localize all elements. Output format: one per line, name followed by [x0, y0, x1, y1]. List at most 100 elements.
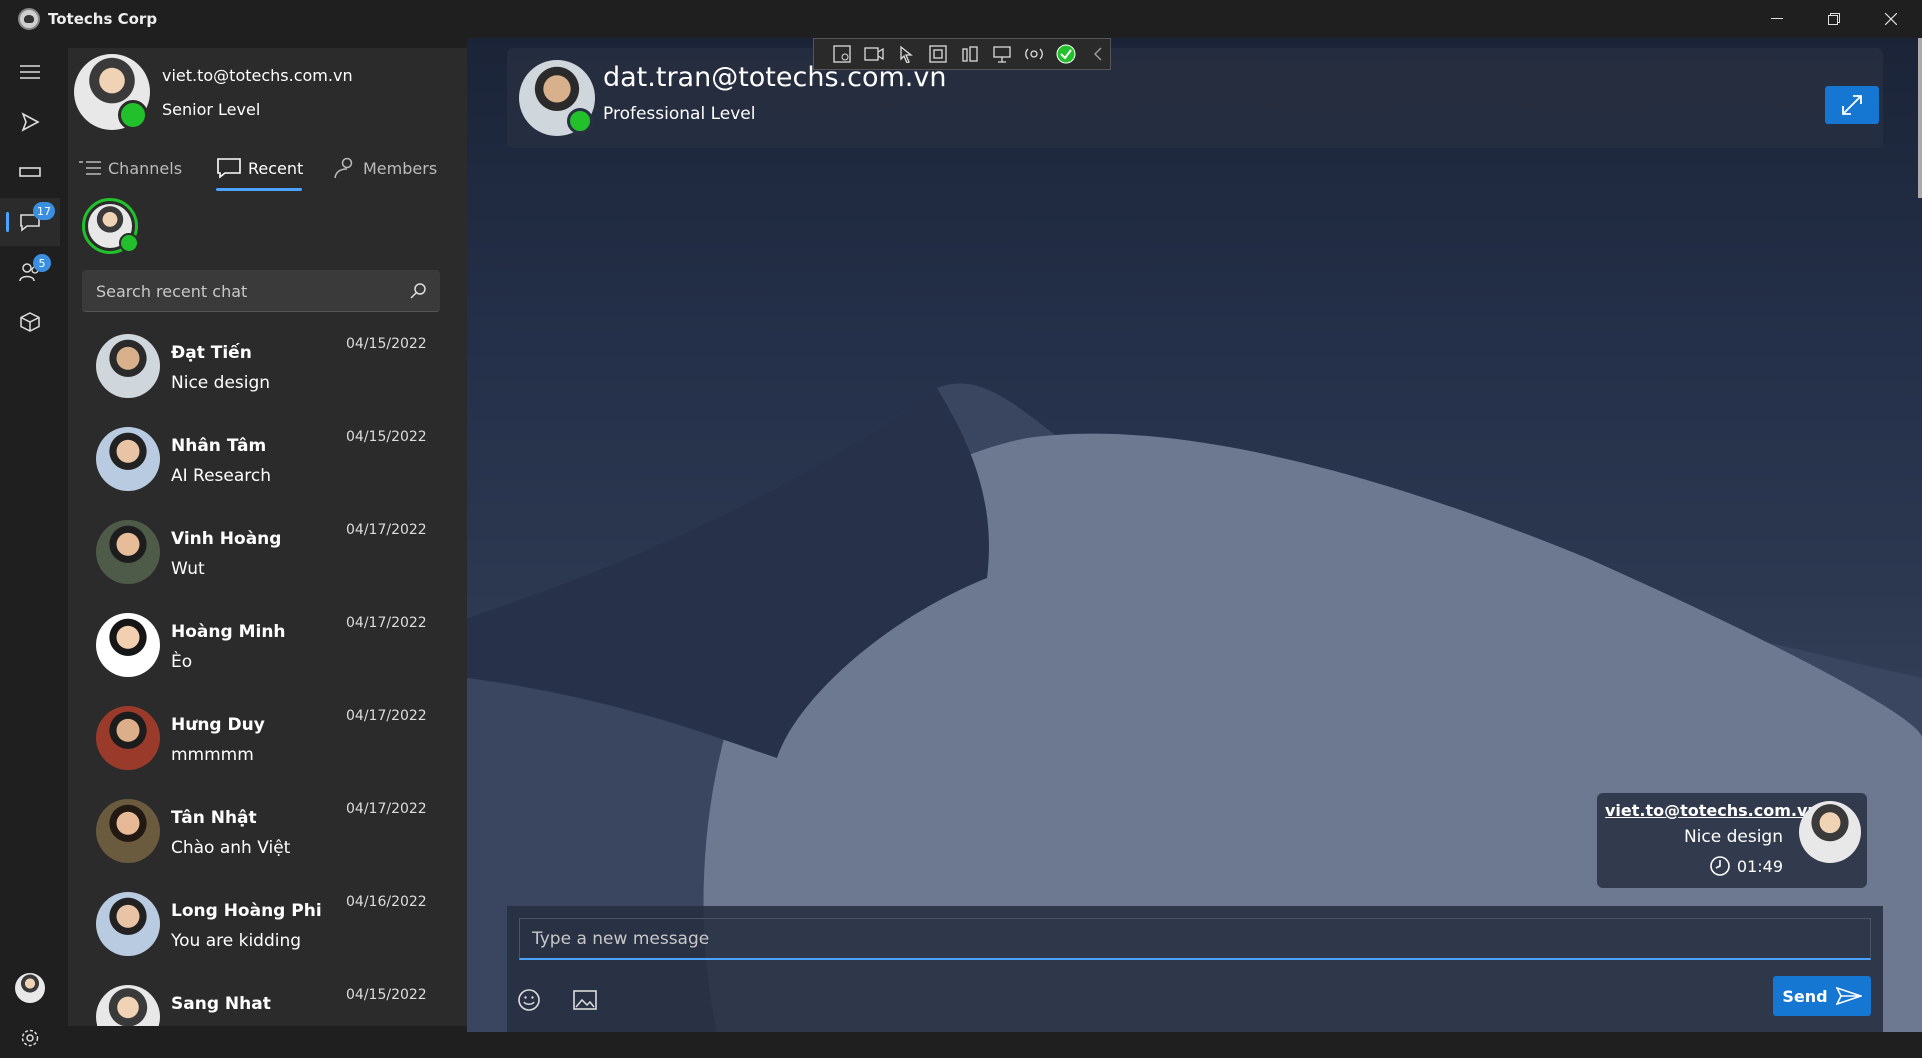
audio-button[interactable]	[958, 42, 982, 66]
list-item[interactable]: Long Hoàng Phi You are kidding 04/16/202…	[68, 884, 467, 977]
nav-chat-button[interactable]: 17	[0, 198, 60, 246]
message-date: 04/15/2022	[346, 336, 427, 352]
expand-button[interactable]	[1825, 86, 1879, 124]
image-button[interactable]	[571, 986, 599, 1014]
emoji-button[interactable]	[515, 986, 543, 1014]
contact-avatar	[96, 613, 160, 677]
search-icon[interactable]	[408, 281, 428, 301]
chevron-left-icon	[1093, 47, 1102, 61]
nav-profile-button[interactable]	[0, 964, 60, 1012]
contact-name: Đạt Tiến	[171, 343, 252, 363]
contact-avatar	[96, 985, 160, 1026]
contact-avatar	[96, 799, 160, 863]
members-badge: 5	[33, 254, 51, 272]
last-message: Wut	[171, 559, 205, 579]
list-item[interactable]: Vinh Hoàng Wut 04/17/2022	[68, 512, 467, 605]
my-level: Senior Level	[162, 100, 261, 119]
contact-avatar	[96, 892, 160, 956]
cube-icon	[20, 312, 40, 332]
check-circle-icon	[1056, 44, 1076, 64]
gear-icon	[21, 1029, 39, 1047]
pointer-button[interactable]	[894, 42, 918, 66]
title-bar: Totechs Corp	[0, 0, 1922, 38]
tab-recent[interactable]: Recent	[216, 148, 303, 188]
frame-icon	[929, 45, 947, 63]
expand-icon	[1842, 95, 1862, 115]
last-message: AI Research	[171, 466, 272, 486]
share-screen-button[interactable]	[990, 42, 1014, 66]
screen-capture-button[interactable]	[830, 42, 854, 66]
app-title: Totechs Corp	[48, 10, 158, 28]
tab-recent-label: Recent	[248, 158, 304, 178]
my-profile: viet.to@totechs.com.vn Senior Level	[74, 52, 459, 132]
video-button[interactable]	[862, 42, 886, 66]
send-icon	[1835, 987, 1862, 1005]
recent-contact-avatar[interactable]	[82, 198, 139, 254]
scrollbar[interactable]	[1918, 38, 1922, 198]
online-status-icon	[118, 100, 148, 130]
send-button[interactable]: Send	[1773, 976, 1871, 1016]
contact-avatar	[96, 520, 160, 584]
settings-button[interactable]	[0, 1018, 60, 1058]
message-sender[interactable]: viet.to@totechs.com.vn	[1605, 801, 1819, 820]
nav-members-button[interactable]: 5	[0, 248, 60, 296]
contact-name: Hưng Duy	[171, 715, 265, 735]
nav-rail: 17 5	[0, 38, 60, 1047]
close-button[interactable]	[1862, 0, 1919, 38]
contact-avatar	[96, 706, 160, 770]
sidebar-tabs: Channels Recent Members	[78, 148, 458, 198]
conversation-header: dat.tran@totechs.com.vn Professional Lev…	[507, 48, 1883, 148]
list-item[interactable]: Hưng Duy mmmmm 04/17/2022	[68, 698, 467, 791]
app-logo-icon	[18, 8, 40, 30]
message-time-label: 01:49	[1736, 856, 1783, 876]
list-item[interactable]: Nhân Tâm AI Research 04/15/2022	[68, 419, 467, 512]
person-icon	[334, 157, 353, 179]
online-status-icon	[119, 233, 139, 253]
contact-name: Vinh Hoàng	[171, 529, 282, 549]
list-item[interactable]: Hoàng Minh Èo 04/17/2022	[68, 605, 467, 698]
menu-button[interactable]	[0, 48, 60, 96]
contact-name: Hoàng Minh	[171, 622, 286, 642]
chat-sidebar: viet.to@totechs.com.vn Senior Level Chan…	[68, 48, 467, 1026]
message-date: 04/17/2022	[346, 522, 427, 538]
tab-channels[interactable]: Channels	[78, 148, 182, 188]
tab-members[interactable]: Members	[333, 148, 437, 188]
capture-icon	[833, 45, 851, 63]
nav-apps-button[interactable]	[0, 298, 60, 346]
message-time: 01:49	[1709, 855, 1783, 877]
last-message: Nice design	[171, 373, 271, 393]
message-date: 04/17/2022	[346, 615, 427, 631]
contact-name: Tân Nhật	[171, 808, 257, 828]
contact-avatar	[96, 334, 160, 398]
list-item[interactable]: Tân Nhật Chào anh Việt 04/17/2022	[68, 791, 467, 884]
minimize-button[interactable]	[1748, 0, 1805, 38]
broadcast-icon	[1025, 48, 1043, 60]
search-input[interactable]	[96, 270, 406, 312]
keyboard-icon	[19, 167, 41, 177]
image-icon	[573, 990, 597, 1010]
message-input[interactable]	[519, 918, 1871, 960]
contact-name: Long Hoàng Phi	[171, 901, 322, 921]
contact-name: Sang Nhat	[171, 994, 271, 1014]
chat-bubble-icon	[217, 158, 241, 179]
my-email: viet.to@totechs.com.vn	[162, 66, 353, 85]
nav-keyboard-button[interactable]	[0, 148, 60, 196]
last-message: You are kidding	[171, 931, 302, 951]
confirm-button[interactable]	[1054, 42, 1078, 66]
nav-send-button[interactable]	[0, 98, 60, 146]
online-status-icon	[567, 108, 593, 134]
message-date: 04/15/2022	[346, 987, 427, 1003]
broadcast-button[interactable]	[1022, 42, 1046, 66]
tab-channels-label: Channels	[108, 158, 183, 178]
cursor-icon	[900, 45, 913, 63]
restore-button[interactable]	[1805, 0, 1862, 38]
fullscreen-button[interactable]	[926, 42, 950, 66]
clock-icon	[1710, 856, 1730, 876]
message-bubble: viet.to@totechs.com.vn Nice design 01:49	[1597, 793, 1867, 888]
list-item[interactable]: Đạt Tiến Nice design 04/15/2022	[68, 326, 467, 419]
last-message: mmmmm	[171, 745, 254, 765]
contact-avatar	[519, 60, 595, 136]
collapse-toolbar-button[interactable]	[1086, 42, 1110, 66]
message-date: 04/15/2022	[346, 429, 427, 445]
list-item[interactable]: Sang Nhat 04/15/2022	[68, 977, 467, 1026]
